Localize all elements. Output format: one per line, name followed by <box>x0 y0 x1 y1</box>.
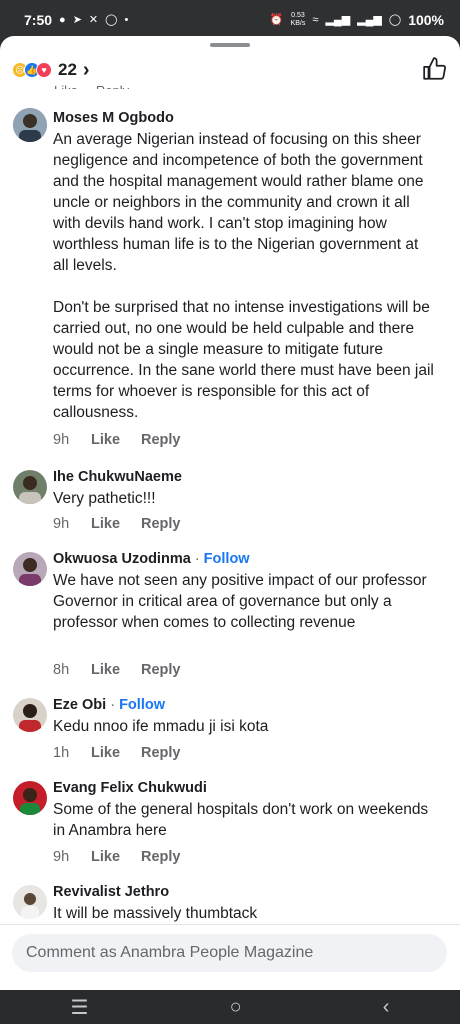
comment-time: 1h <box>53 745 70 761</box>
avatar-photo <box>13 470 47 504</box>
x-icon: ✕ <box>88 13 99 26</box>
comment-author[interactable]: Revivalist Jethro <box>53 884 169 900</box>
network-speed: 0.53 KB/s <box>291 12 306 28</box>
follow-button[interactable]: Follow <box>204 551 250 567</box>
signal-icon: ▂▄▆ <box>325 13 351 26</box>
comments-sheet: ☹ 👍 ♥ 22 › Like Reply Moses M Ogbodo An … <box>0 36 460 990</box>
avatar[interactable] <box>13 470 47 504</box>
composer-divider <box>0 924 460 925</box>
net-speed-unit: KB/s <box>290 20 306 27</box>
more-notifications-icon: • <box>124 13 129 26</box>
comment-author-row: Okwuosa Uzodinma · Follow <box>53 551 250 567</box>
net-speed-value: 0.53 <box>291 12 305 19</box>
instagram-icon: ◯ <box>105 13 118 26</box>
back-icon[interactable]: ‹ <box>383 996 390 1019</box>
reply-button[interactable]: Reply <box>141 432 181 448</box>
comment-author[interactable]: Eze Obi <box>53 697 106 713</box>
battery-icon: ◯ <box>388 13 402 26</box>
reply-button[interactable]: Reply <box>141 516 181 532</box>
avatar[interactable] <box>13 552 47 586</box>
clock: 7:50 <box>24 12 53 28</box>
comment-text: It will be massively thumbtack <box>53 905 258 922</box>
like-button[interactable]: Like <box>91 432 141 448</box>
comment-actions: 1h Like Reply <box>53 745 181 761</box>
recents-icon[interactable]: ☰ <box>71 995 89 1020</box>
comment-author[interactable]: Evang Felix Chukwudi <box>53 780 207 796</box>
follow-button[interactable]: Follow <box>119 697 165 713</box>
like-button[interactable]: Like <box>91 516 141 532</box>
comment-time: 8h <box>53 662 70 678</box>
love-reaction-icon: ♥ <box>36 62 52 78</box>
reply-button[interactable]: Reply <box>141 849 181 865</box>
comment-text: Very pathetic!!! <box>53 490 156 507</box>
comment-author-row: Eze Obi · Follow <box>53 697 165 713</box>
comment-time: 9h <box>53 516 70 532</box>
comment-author[interactable]: Ihe ChukwuNaeme <box>53 469 182 485</box>
avatar[interactable] <box>13 108 47 142</box>
reply-button[interactable]: Reply <box>141 662 181 678</box>
telegram-icon: ➤ <box>72 13 82 26</box>
reactions-bar[interactable]: ☹ 👍 ♥ 22 › <box>12 56 448 84</box>
comment-text: We have not seen any positive impact of … <box>53 572 431 631</box>
comment-actions: 9h Like Reply <box>53 432 181 448</box>
status-bar: 7:50 ● ➤ ✕ ◯ • ⏰ 0.53 KB/s ≈ ▂▄▆ ▂▄▆ ◯ 1… <box>0 0 460 40</box>
comment-author[interactable]: Moses M Ogbodo <box>53 110 174 126</box>
avatar-photo <box>13 698 47 732</box>
home-icon[interactable]: ○ <box>230 996 242 1019</box>
like-button[interactable]: Like <box>91 745 141 761</box>
chevron-right-icon: › <box>82 58 90 81</box>
alarm-icon: ⏰ <box>269 13 284 26</box>
comment-actions: 9h Like Reply <box>53 516 181 532</box>
separator-dot: · <box>194 551 204 567</box>
sheet-drag-handle[interactable] <box>210 43 250 47</box>
like-thumb-icon[interactable] <box>422 56 448 82</box>
reaction-icons: ☹ 👍 ♥ <box>12 62 52 78</box>
comment-time: 9h <box>53 432 70 448</box>
comment-text: Kedu nnoo ife mmadu ji isi kota <box>53 718 269 735</box>
battery-level: 100% <box>408 12 444 28</box>
messenger-icon: ● <box>59 13 66 26</box>
comment-time: 9h <box>53 849 70 865</box>
avatar-photo <box>13 781 47 815</box>
avatar[interactable] <box>13 885 47 919</box>
avatar[interactable] <box>13 781 47 815</box>
system-nav-bar: ☰ ○ ‹ <box>0 990 460 1024</box>
comment-actions: 9h Like Reply <box>53 849 181 865</box>
comment-text: Some of the general hospitals don't work… <box>53 801 433 839</box>
signal-icon-2: ▂▄▆ <box>357 13 382 26</box>
separator-dot: · <box>110 697 120 713</box>
comment-text: An average Nigerian instead of focusing … <box>53 131 434 421</box>
reaction-count: 22 <box>58 60 77 79</box>
like-button[interactable]: Like <box>91 662 141 678</box>
avatar-photo <box>13 108 47 142</box>
avatar[interactable] <box>13 698 47 732</box>
reply-button[interactable]: Reply <box>141 745 181 761</box>
avatar-photo <box>13 552 47 586</box>
wifi-icon: ≈ <box>312 13 319 26</box>
comment-actions: 8h Like Reply <box>53 662 181 678</box>
avatar-photo <box>13 885 47 919</box>
like-button[interactable]: Like <box>91 849 141 865</box>
comment-author[interactable]: Okwuosa Uzodinma <box>53 551 191 567</box>
previous-comment-actions: Like Reply <box>54 83 129 89</box>
comment-input[interactable]: Comment as Anambra People Magazine <box>12 934 447 972</box>
